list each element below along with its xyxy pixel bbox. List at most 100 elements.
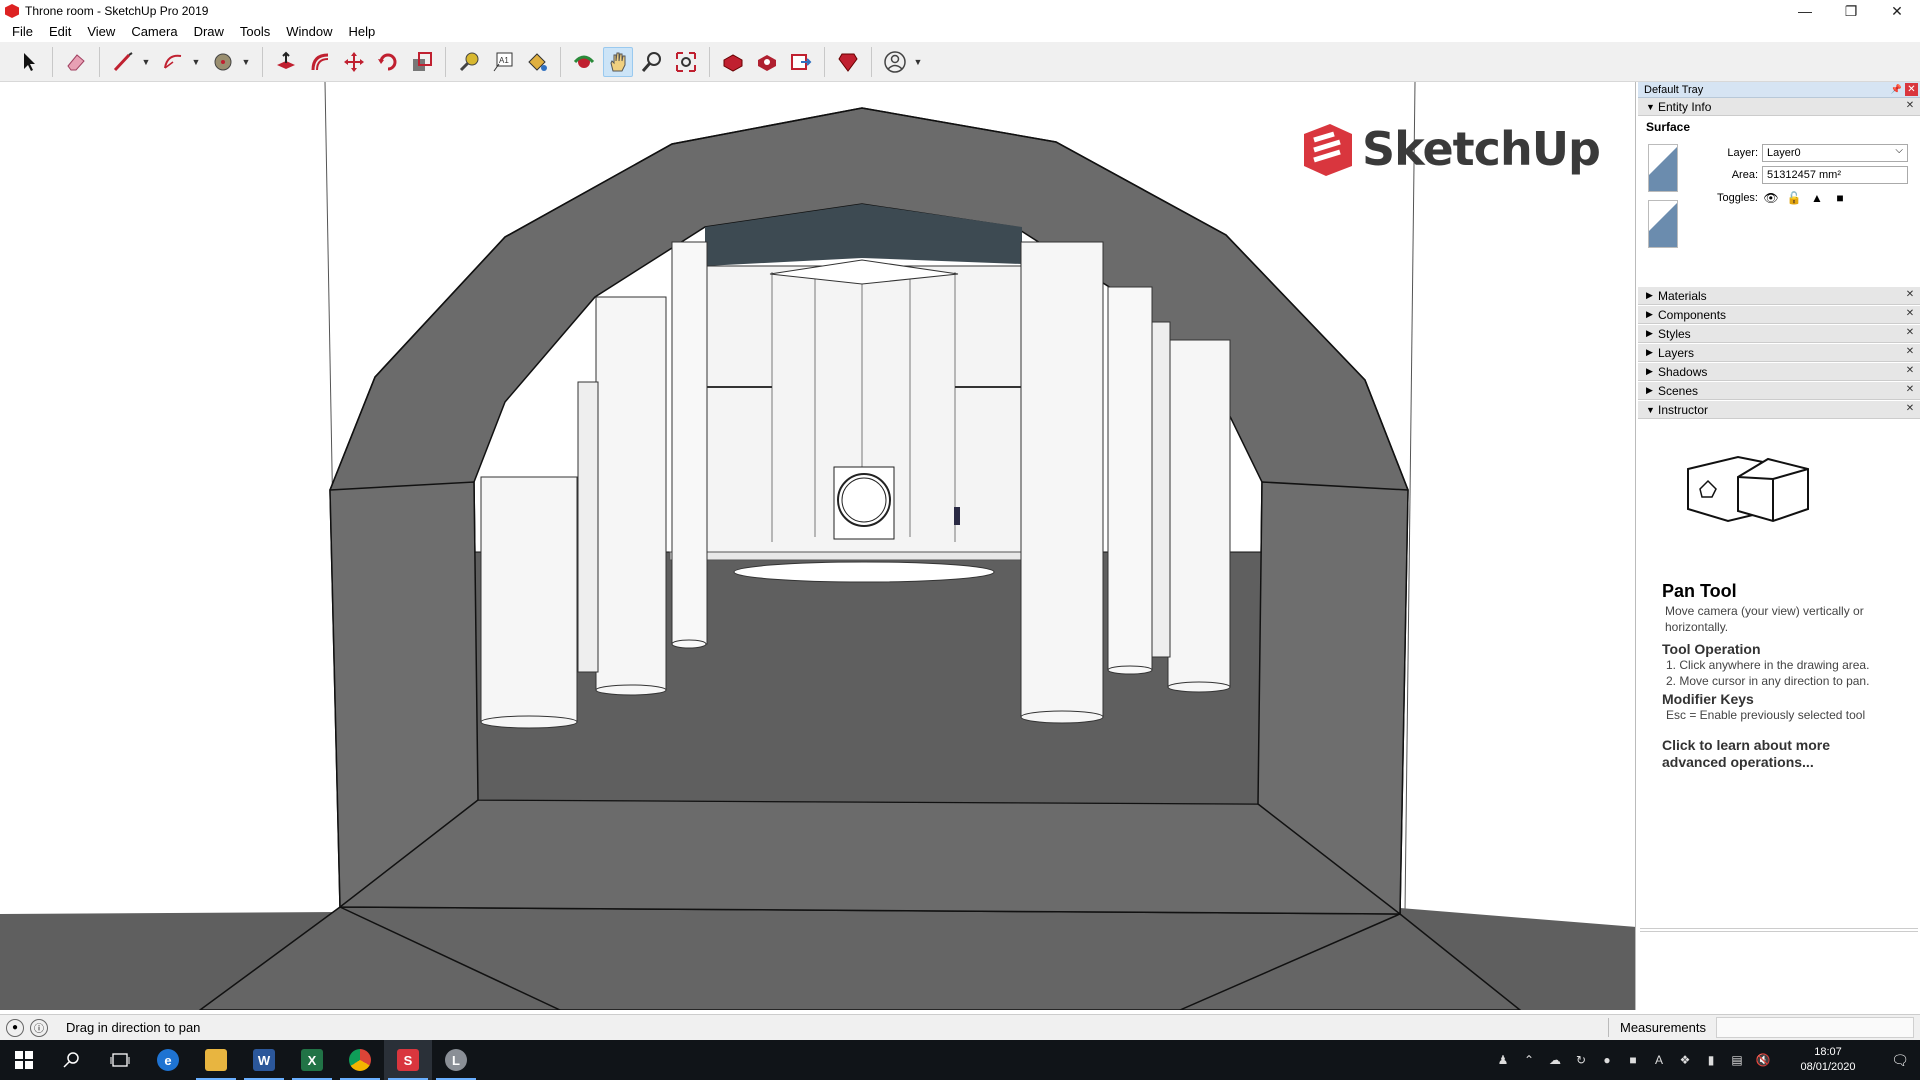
- measurements-input[interactable]: [1716, 1017, 1914, 1038]
- lock-icon[interactable]: 🔓: [1785, 190, 1803, 206]
- geolocation-icon[interactable]: ●: [6, 1018, 24, 1037]
- zoom-icon[interactable]: [637, 47, 667, 77]
- menu-window[interactable]: Window: [278, 22, 340, 42]
- front-material-swatch[interactable]: [1648, 144, 1678, 192]
- account-icon[interactable]: [880, 47, 910, 77]
- eraser-icon[interactable]: [61, 47, 91, 77]
- panel-title: Layers: [1658, 345, 1695, 360]
- panel-instructor[interactable]: ▼ Instructor ✕: [1638, 401, 1920, 419]
- menu-camera[interactable]: Camera: [123, 22, 185, 42]
- clock[interactable]: 18:07 08/01/2020: [1786, 1045, 1870, 1075]
- excel-icon[interactable]: X: [288, 1040, 336, 1080]
- task-view-icon[interactable]: [96, 1040, 144, 1080]
- panel-close-icon[interactable]: ✕: [1904, 308, 1916, 320]
- panel-close-icon[interactable]: ✕: [1904, 346, 1916, 358]
- restore-icon[interactable]: ❐: [1828, 0, 1874, 22]
- layout-send-icon[interactable]: [786, 47, 816, 77]
- start-button[interactable]: [0, 1040, 48, 1080]
- panel-close-icon[interactable]: ✕: [1904, 403, 1916, 415]
- 3d-scene[interactable]: [0, 82, 1636, 1010]
- move-icon[interactable]: [339, 47, 369, 77]
- toggles-row: Toggles: 👁 🔓 ▲ ■: [1688, 190, 1854, 206]
- menu-tools[interactable]: Tools: [232, 22, 278, 42]
- info-icon[interactable]: ⓘ: [30, 1018, 48, 1037]
- learn-more-link[interactable]: Click to learn about more advanced opera…: [1662, 737, 1892, 771]
- notifications-icon[interactable]: 🗨: [1880, 1040, 1920, 1080]
- push-pull-icon[interactable]: [271, 47, 301, 77]
- sync-icon[interactable]: ↻: [1570, 1049, 1592, 1071]
- menu-file[interactable]: File: [4, 22, 41, 42]
- panel-title: Instructor: [1658, 402, 1709, 417]
- line-tool-icon[interactable]: [108, 47, 138, 77]
- layout-taskbar-icon[interactable]: L: [432, 1040, 480, 1080]
- panel-close-icon[interactable]: ✕: [1904, 327, 1916, 339]
- cast-shadows-icon[interactable]: ▲: [1808, 190, 1826, 206]
- font-icon[interactable]: A: [1648, 1049, 1670, 1071]
- expand-arrow-icon: ▶: [1646, 385, 1653, 395]
- network-icon[interactable]: ▤: [1726, 1049, 1748, 1071]
- zoom-extents-icon[interactable]: [671, 47, 701, 77]
- rotate-icon[interactable]: [373, 47, 403, 77]
- panel-components[interactable]: ▶ Components ✕: [1638, 306, 1920, 324]
- chrome-icon[interactable]: [336, 1040, 384, 1080]
- status-bar: ● ⓘ Drag in direction to pan Measurement…: [0, 1014, 1920, 1040]
- menu-help[interactable]: Help: [341, 22, 384, 42]
- layer-select[interactable]: Layer0: [1762, 143, 1908, 162]
- drawing-area[interactable]: SketchUp: [0, 82, 1636, 1010]
- tape-measure-icon[interactable]: [454, 47, 484, 77]
- people-icon[interactable]: ♟: [1492, 1049, 1514, 1071]
- offset-icon[interactable]: [305, 47, 335, 77]
- word-icon[interactable]: W: [240, 1040, 288, 1080]
- pin-icon[interactable]: 📌: [1891, 84, 1902, 95]
- extension-manager-icon[interactable]: [833, 47, 863, 77]
- menu-view[interactable]: View: [79, 22, 123, 42]
- volume-mute-icon[interactable]: 🔇: [1752, 1049, 1774, 1071]
- file-explorer-icon[interactable]: [192, 1040, 240, 1080]
- panel-styles[interactable]: ▶ Styles ✕: [1638, 325, 1920, 343]
- pan-hand-icon[interactable]: [603, 46, 633, 77]
- panel-close-icon[interactable]: ✕: [1904, 384, 1916, 396]
- hidden-icons-chevron-icon[interactable]: ⌃: [1518, 1049, 1540, 1071]
- nvidia-icon[interactable]: ■: [1622, 1049, 1644, 1071]
- dropbox-icon[interactable]: ❖: [1674, 1049, 1696, 1071]
- sketchup-taskbar-icon[interactable]: S: [384, 1040, 432, 1080]
- extension-warehouse-icon[interactable]: [752, 47, 782, 77]
- edge-browser-icon[interactable]: e: [144, 1040, 192, 1080]
- text-tool-icon[interactable]: A1: [488, 47, 518, 77]
- menu-edit[interactable]: Edit: [41, 22, 79, 42]
- app-tray-icon[interactable]: ●: [1596, 1049, 1618, 1071]
- panel-materials[interactable]: ▶ Materials ✕: [1638, 287, 1920, 305]
- paint-bucket-icon[interactable]: [522, 47, 552, 77]
- account-dropdown-icon[interactable]: ▼: [912, 47, 924, 77]
- back-material-swatch[interactable]: [1648, 200, 1678, 248]
- panel-close-icon[interactable]: ✕: [1904, 289, 1916, 301]
- shapes-tool-icon[interactable]: [208, 47, 238, 77]
- tray-close-icon[interactable]: ✕: [1905, 83, 1918, 96]
- minimize-icon[interactable]: —: [1782, 0, 1828, 22]
- battery-icon[interactable]: ▮: [1700, 1049, 1722, 1071]
- orbit-icon[interactable]: [569, 47, 599, 77]
- panel-scenes[interactable]: ▶ Scenes ✕: [1638, 382, 1920, 400]
- shapes-dropdown-icon[interactable]: ▼: [240, 47, 252, 77]
- search-icon[interactable]: [48, 1040, 96, 1080]
- arc-tool-icon[interactable]: [158, 47, 188, 77]
- select-tool-icon[interactable]: [14, 47, 44, 77]
- clock-time: 18:07: [1814, 1046, 1842, 1058]
- area-field[interactable]: 51312457 mm²: [1762, 166, 1908, 184]
- receive-shadows-icon[interactable]: ■: [1831, 190, 1849, 206]
- 3d-warehouse-icon[interactable]: [718, 47, 748, 77]
- panel-layers[interactable]: ▶ Layers ✕: [1638, 344, 1920, 362]
- onedrive-icon[interactable]: ☁: [1544, 1049, 1566, 1071]
- visible-eye-icon[interactable]: 👁: [1762, 190, 1780, 206]
- scale-icon[interactable]: [407, 47, 437, 77]
- line-dropdown-icon[interactable]: ▼: [140, 47, 152, 77]
- tray-footer-divider: [1640, 928, 1918, 932]
- panel-close-icon[interactable]: ✕: [1904, 100, 1916, 112]
- window-title: Throne room - SketchUp Pro 2019: [25, 4, 209, 18]
- panel-entity-info[interactable]: ▼ Entity Info ✕: [1638, 98, 1920, 116]
- arc-dropdown-icon[interactable]: ▼: [190, 47, 202, 77]
- panel-close-icon[interactable]: ✕: [1904, 365, 1916, 377]
- panel-shadows[interactable]: ▶ Shadows ✕: [1638, 363, 1920, 381]
- menu-draw[interactable]: Draw: [186, 22, 232, 42]
- close-icon[interactable]: ✕: [1874, 0, 1920, 22]
